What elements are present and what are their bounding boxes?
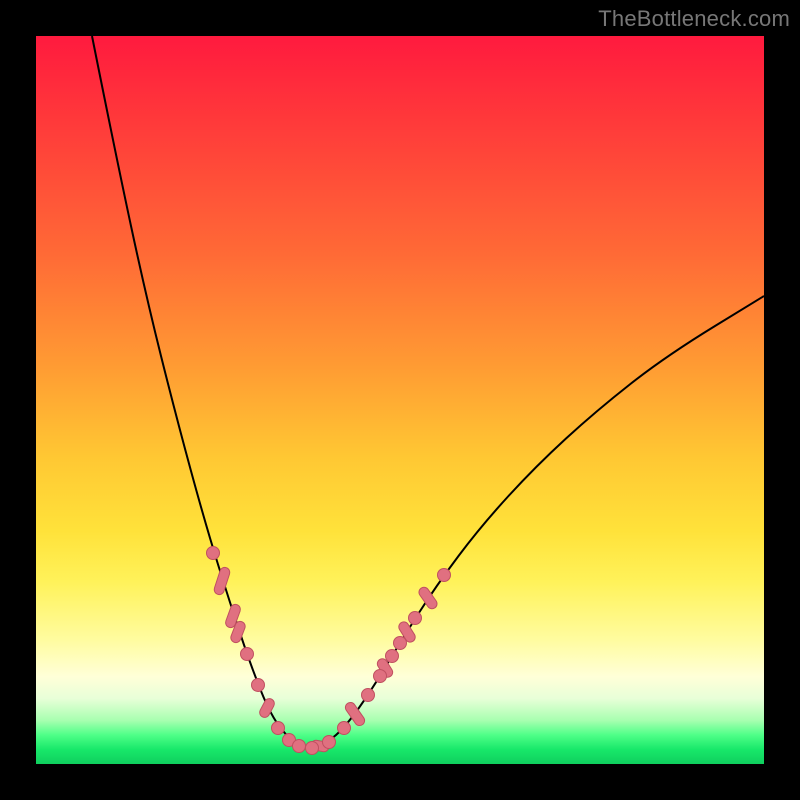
curve-dot — [241, 648, 254, 661]
curve-dot — [207, 547, 220, 560]
curve-dot — [409, 612, 422, 625]
curve-svg — [36, 36, 764, 764]
plot-area — [36, 36, 764, 764]
curve-dot — [306, 742, 319, 755]
curve-dot — [386, 650, 399, 663]
chart-frame: TheBottleneck.com — [0, 0, 800, 800]
curve-dot — [438, 569, 451, 582]
curve-tick — [213, 566, 231, 596]
curve-dots — [207, 547, 451, 755]
bottleneck-curve — [92, 36, 764, 747]
curve-dot — [252, 679, 265, 692]
curve-dot — [338, 722, 351, 735]
attribution-label: TheBottleneck.com — [598, 6, 790, 32]
curve-dot — [374, 670, 387, 683]
curve-dot — [394, 637, 407, 650]
curve-dot — [362, 689, 375, 702]
curve-dot — [293, 740, 306, 753]
curve-dot — [323, 736, 336, 749]
curve-dot — [272, 722, 285, 735]
